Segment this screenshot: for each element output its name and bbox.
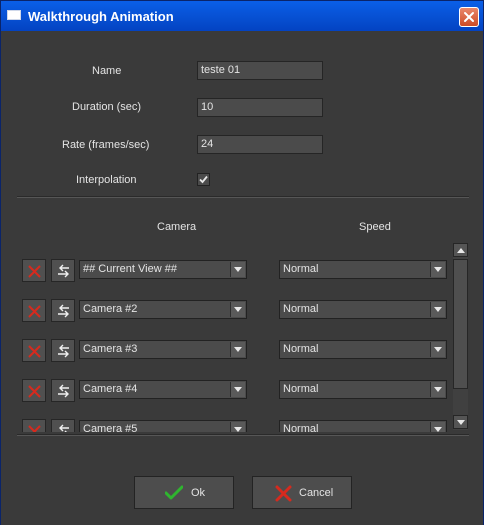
window-icon <box>7 10 21 20</box>
chevron-down-icon <box>230 262 245 277</box>
close-button[interactable] <box>459 7 479 27</box>
speed-select[interactable]: Normal <box>279 260 447 279</box>
camera-select[interactable]: ## Current View ## <box>79 260 247 279</box>
ok-button-label: Ok <box>191 487 206 499</box>
close-icon <box>464 12 474 22</box>
speed-select-value: Normal <box>283 423 319 432</box>
list-item: Camera #2 Normal <box>17 299 453 325</box>
camera-select[interactable]: Camera #4 <box>79 380 247 399</box>
scroll-up-button[interactable] <box>453 243 468 257</box>
interpolation-checkbox[interactable] <box>197 173 210 186</box>
delete-x-icon <box>28 385 41 398</box>
camera-select[interactable]: Camera #5 <box>79 420 247 432</box>
camera-select-value: Camera #4 <box>83 383 138 395</box>
chevron-down-icon <box>230 382 245 397</box>
speed-select[interactable]: Normal <box>279 300 447 319</box>
rate-field[interactable]: 24 <box>197 135 323 154</box>
delete-button[interactable] <box>22 339 46 362</box>
swap-arrows-icon <box>58 344 69 358</box>
chevron-down-icon <box>430 422 445 432</box>
list-scrollbar[interactable] <box>453 243 468 430</box>
move-button[interactable] <box>51 419 75 432</box>
list-item: ## Current View ## Normal <box>17 259 453 285</box>
delete-button[interactable] <box>22 259 46 282</box>
dialog-content: Name teste 01 Duration (sec) 10 Rate (fr… <box>1 31 483 525</box>
chevron-down-icon <box>230 342 245 357</box>
delete-x-icon <box>28 345 41 358</box>
swap-arrows-icon <box>58 384 69 398</box>
swap-arrows-icon <box>58 304 69 318</box>
camera-list: ## Current View ## Normal Camera #2 Norm… <box>17 241 453 432</box>
walkthrough-animation-dialog: Walkthrough Animation Name teste 01 Dura… <box>0 0 484 525</box>
list-item: Camera #4 Normal <box>17 379 453 405</box>
camera-column-header: Camera <box>157 221 197 233</box>
speed-select[interactable]: Normal <box>279 420 447 432</box>
speed-select-value: Normal <box>283 303 319 315</box>
delete-x-icon <box>28 425 41 432</box>
chevron-up-icon <box>457 248 465 253</box>
interpolation-label: Interpolation <box>76 174 137 186</box>
move-button[interactable] <box>51 299 75 322</box>
chevron-down-icon <box>230 422 245 432</box>
delete-x-icon <box>28 265 41 278</box>
camera-select[interactable]: Camera #3 <box>79 340 247 359</box>
speed-select-value: Normal <box>283 263 319 275</box>
chevron-down-icon <box>430 302 445 317</box>
swap-arrows-icon <box>58 264 69 278</box>
scrollbar-thumb[interactable] <box>453 259 468 389</box>
window-title: Walkthrough Animation <box>28 9 174 24</box>
chevron-down-icon <box>430 342 445 357</box>
chevron-down-icon <box>430 262 445 277</box>
checkmark-icon <box>199 175 208 184</box>
title-bar[interactable]: Walkthrough Animation <box>1 1 483 31</box>
cancel-button-label: Cancel <box>299 487 334 499</box>
speed-select-value: Normal <box>283 343 319 355</box>
swap-arrows-icon <box>59 424 69 432</box>
list-item: Camera #5 Normal <box>17 419 453 432</box>
delete-button[interactable] <box>22 379 46 402</box>
camera-select-value: Camera #2 <box>83 303 138 315</box>
camera-select-value: Camera #5 <box>83 423 138 432</box>
rate-label: Rate (frames/sec) <box>62 139 150 151</box>
move-button[interactable] <box>51 259 75 282</box>
cancel-x-icon <box>275 485 292 502</box>
delete-button[interactable] <box>22 419 46 432</box>
separator-top <box>17 196 469 198</box>
delete-button[interactable] <box>22 299 46 322</box>
speed-column-header: Speed <box>359 221 391 233</box>
duration-label: Duration (sec) <box>72 101 142 113</box>
delete-x-icon <box>28 305 41 318</box>
ok-button[interactable]: Ok <box>134 476 234 509</box>
scroll-down-button[interactable] <box>453 415 468 429</box>
list-item: Camera #3 Normal <box>17 339 453 365</box>
chevron-down-icon <box>457 420 465 425</box>
checkmark-icon <box>165 485 183 500</box>
move-button[interactable] <box>51 379 75 402</box>
speed-select[interactable]: Normal <box>279 340 447 359</box>
speed-select[interactable]: Normal <box>279 380 447 399</box>
move-button[interactable] <box>51 339 75 362</box>
name-label: Name <box>92 65 122 77</box>
separator-bottom <box>17 434 469 436</box>
camera-select-value: Camera #3 <box>83 343 138 355</box>
name-field[interactable]: teste 01 <box>197 61 323 80</box>
camera-select[interactable]: Camera #2 <box>79 300 247 319</box>
speed-select-value: Normal <box>283 383 319 395</box>
chevron-down-icon <box>430 382 445 397</box>
duration-field[interactable]: 10 <box>197 98 323 117</box>
cancel-button[interactable]: Cancel <box>252 476 352 509</box>
camera-select-value: ## Current View ## <box>83 263 177 275</box>
chevron-down-icon <box>230 302 245 317</box>
